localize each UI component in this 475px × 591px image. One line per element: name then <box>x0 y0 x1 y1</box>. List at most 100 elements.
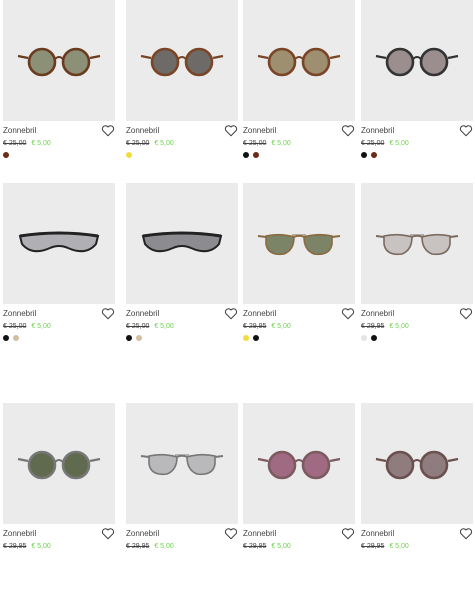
product-card[interactable]: Zonnebril € 29,95 € 5,00 <box>126 403 238 564</box>
product-image[interactable] <box>3 183 115 304</box>
original-price: € 29,95 <box>361 323 385 330</box>
color-swatch[interactable] <box>371 152 377 158</box>
color-swatch[interactable] <box>126 335 132 341</box>
product-card[interactable]: Zonnebril € 29,95 € 5,00 <box>243 403 355 564</box>
product-name[interactable]: Zonnebril <box>361 529 394 538</box>
original-price: € 29,95 <box>126 543 150 550</box>
product-name[interactable]: Zonnebril <box>361 309 394 318</box>
heart-outline-icon[interactable] <box>224 527 238 540</box>
price-row: € 25,00 € 5,00 <box>361 140 409 147</box>
product-card[interactable]: Zonnebril € 25,00 € 5,00 <box>126 183 238 344</box>
sunglasses-image <box>257 233 341 255</box>
color-swatches <box>3 152 9 158</box>
product-name[interactable]: Zonnebril <box>361 126 394 135</box>
color-swatch[interactable] <box>126 152 132 158</box>
product-name[interactable]: Zonnebril <box>126 309 159 318</box>
product-info: Zonnebril € 25,00 € 5,00 <box>126 304 238 344</box>
sunglasses-image <box>375 47 459 76</box>
product-name[interactable]: Zonnebril <box>243 529 276 538</box>
product-card[interactable]: Zonnebril € 25,00 € 5,00 <box>126 0 238 161</box>
product-image[interactable] <box>243 0 355 121</box>
color-swatches <box>361 335 377 341</box>
heart-outline-icon[interactable] <box>459 124 473 137</box>
product-image[interactable] <box>243 183 355 304</box>
sunglasses-image <box>375 233 459 255</box>
product-name[interactable]: Zonnebril <box>3 309 36 318</box>
product-image[interactable] <box>243 403 355 524</box>
sale-price: € 5,00 <box>31 140 51 147</box>
color-swatch[interactable] <box>361 152 367 158</box>
product-image[interactable] <box>126 183 238 304</box>
price-row: € 25,00 € 5,00 <box>126 140 174 147</box>
original-price: € 29,95 <box>3 543 27 550</box>
heart-outline-icon[interactable] <box>459 307 473 320</box>
heart-outline-icon[interactable] <box>101 124 115 137</box>
product-image[interactable] <box>361 403 473 524</box>
color-swatch[interactable] <box>243 152 249 158</box>
color-swatch[interactable] <box>243 335 249 341</box>
product-card[interactable]: Zonnebril € 25,00 € 5,00 <box>243 0 355 161</box>
sale-price: € 5,00 <box>31 543 51 550</box>
price-row: € 25,00 € 5,00 <box>3 140 51 147</box>
heart-outline-icon[interactable] <box>101 307 115 320</box>
product-image[interactable] <box>3 0 115 121</box>
sunglasses-image <box>17 47 101 76</box>
product-info: Zonnebril € 25,00 € 5,00 <box>361 121 473 161</box>
price-row: € 25,00 € 5,00 <box>243 140 291 147</box>
sunglasses-image <box>257 450 341 479</box>
product-image[interactable] <box>126 0 238 121</box>
product-name[interactable]: Zonnebril <box>126 529 159 538</box>
sunglasses-image <box>140 47 224 76</box>
product-name[interactable]: Zonnebril <box>3 529 36 538</box>
sunglasses-image <box>375 450 459 479</box>
heart-outline-icon[interactable] <box>341 307 355 320</box>
heart-outline-icon[interactable] <box>459 527 473 540</box>
sunglasses-image <box>141 231 223 252</box>
original-price: € 25,00 <box>3 140 27 147</box>
original-price: € 25,00 <box>126 140 150 147</box>
price-row: € 29,95 € 5,00 <box>126 543 174 550</box>
product-name[interactable]: Zonnebril <box>3 126 36 135</box>
product-card[interactable]: Zonnebril € 29,95 € 5,00 <box>361 403 473 564</box>
product-card[interactable]: Zonnebril € 29,95 € 5,00 <box>361 183 473 344</box>
color-swatch[interactable] <box>136 335 142 341</box>
product-card[interactable]: Zonnebril € 29,95 € 5,00 <box>243 183 355 344</box>
product-image[interactable] <box>126 403 238 524</box>
original-price: € 25,00 <box>243 140 267 147</box>
product-image[interactable] <box>3 403 115 524</box>
color-swatch[interactable] <box>3 152 9 158</box>
price-row: € 29,95 € 5,00 <box>361 323 409 330</box>
sale-price: € 5,00 <box>271 323 291 330</box>
product-info: Zonnebril € 29,95 € 5,00 <box>3 524 115 564</box>
color-swatch[interactable] <box>3 335 9 341</box>
heart-outline-icon[interactable] <box>101 527 115 540</box>
product-image[interactable] <box>361 183 473 304</box>
product-info: Zonnebril € 29,95 € 5,00 <box>361 304 473 344</box>
color-swatch[interactable] <box>253 152 259 158</box>
product-image[interactable] <box>361 0 473 121</box>
original-price: € 29,95 <box>243 543 267 550</box>
product-card[interactable]: Zonnebril € 29,95 € 5,00 <box>3 403 115 564</box>
original-price: € 29,95 <box>243 323 267 330</box>
heart-outline-icon[interactable] <box>224 307 238 320</box>
product-name[interactable]: Zonnebril <box>126 126 159 135</box>
product-card[interactable]: Zonnebril € 25,00 € 5,00 <box>3 0 115 161</box>
color-swatch[interactable] <box>371 335 377 341</box>
heart-outline-icon[interactable] <box>341 527 355 540</box>
product-card[interactable]: Zonnebril € 25,00 € 5,00 <box>361 0 473 161</box>
product-info: Zonnebril € 29,95 € 5,00 <box>126 524 238 564</box>
color-swatch[interactable] <box>253 335 259 341</box>
color-swatches <box>361 152 377 158</box>
product-card[interactable]: Zonnebril € 25,00 € 5,00 <box>3 183 115 344</box>
color-swatch[interactable] <box>13 335 19 341</box>
heart-outline-icon[interactable] <box>224 124 238 137</box>
color-swatch[interactable] <box>361 335 367 341</box>
product-info: Zonnebril € 25,00 € 5,00 <box>126 121 238 161</box>
product-name[interactable]: Zonnebril <box>243 309 276 318</box>
product-info: Zonnebril € 25,00 € 5,00 <box>243 121 355 161</box>
color-swatches <box>126 335 142 341</box>
color-swatches <box>126 152 132 158</box>
sale-price: € 5,00 <box>31 323 51 330</box>
heart-outline-icon[interactable] <box>341 124 355 137</box>
product-name[interactable]: Zonnebril <box>243 126 276 135</box>
